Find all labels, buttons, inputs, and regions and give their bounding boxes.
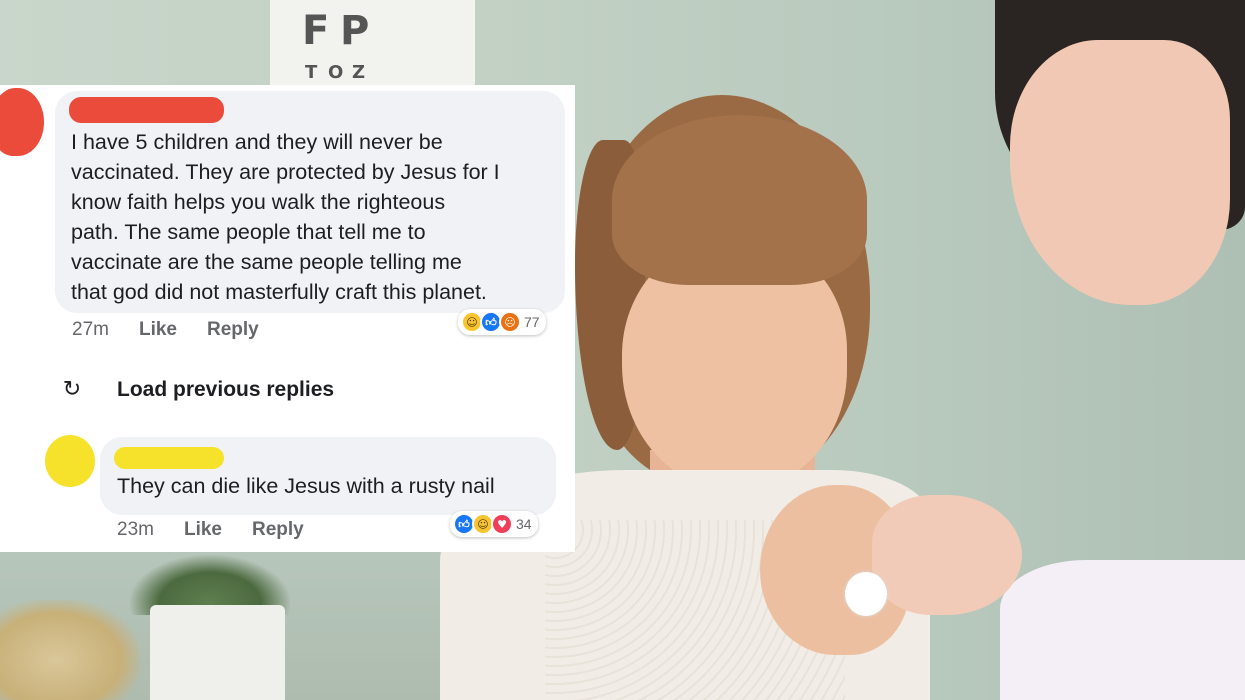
avatar[interactable] (0, 88, 44, 156)
stuffed-toy (0, 600, 140, 700)
comment-timestamp[interactable]: 27m (72, 319, 109, 341)
reaction-count: 34 (516, 516, 532, 532)
angry-icon: ☹ (499, 311, 521, 333)
doctor-hand (872, 495, 1022, 615)
reactions-summary[interactable]: ☺ 👍︎ ☹ 77 (458, 309, 546, 335)
plant-pot (150, 605, 285, 700)
eye-chart-letter: T (305, 62, 318, 83)
redacted-name (69, 97, 224, 123)
reactions-summary[interactable]: 👍︎ ☺ ♥ 34 (450, 511, 538, 537)
comment-bubble: I have 5 children and they will never be… (55, 91, 565, 313)
reaction-count: 77 (524, 314, 540, 330)
like-button[interactable]: Like (139, 319, 177, 341)
doctor-face (1010, 40, 1230, 305)
like-button[interactable]: Like (184, 519, 222, 541)
eye-chart-letter: Z (352, 62, 366, 83)
comment-thread: I have 5 children and they will never be… (0, 85, 575, 552)
cotton-pad (845, 572, 887, 616)
eye-chart: F P T O Z (270, 0, 475, 88)
doctor-coat (1000, 560, 1245, 700)
load-previous-replies[interactable]: ↻ Load previous replies (60, 378, 334, 402)
comment-text: I have 5 children and they will never be… (71, 130, 500, 304)
eye-chart-letter: F (302, 8, 330, 54)
comment-bubble: They can die like Jesus with a rusty nai… (100, 437, 556, 515)
comment-text: They can die like Jesus with a rusty nai… (117, 474, 495, 498)
love-icon: ♥ (491, 513, 513, 535)
load-previous-label: Load previous replies (117, 378, 335, 401)
redacted-name (114, 447, 224, 469)
eye-chart-letter: P (340, 8, 370, 54)
comment-actions: 23m Like Reply (117, 519, 334, 541)
refresh-icon: ↻ (62, 377, 82, 402)
reply-button[interactable]: Reply (252, 519, 304, 541)
reply-button[interactable]: Reply (207, 319, 259, 341)
eye-chart-letter: O (328, 62, 344, 83)
comment-actions: 27m Like Reply (72, 319, 289, 341)
girl-fringe (612, 115, 867, 285)
avatar[interactable] (45, 435, 95, 487)
comment-timestamp[interactable]: 23m (117, 519, 154, 541)
